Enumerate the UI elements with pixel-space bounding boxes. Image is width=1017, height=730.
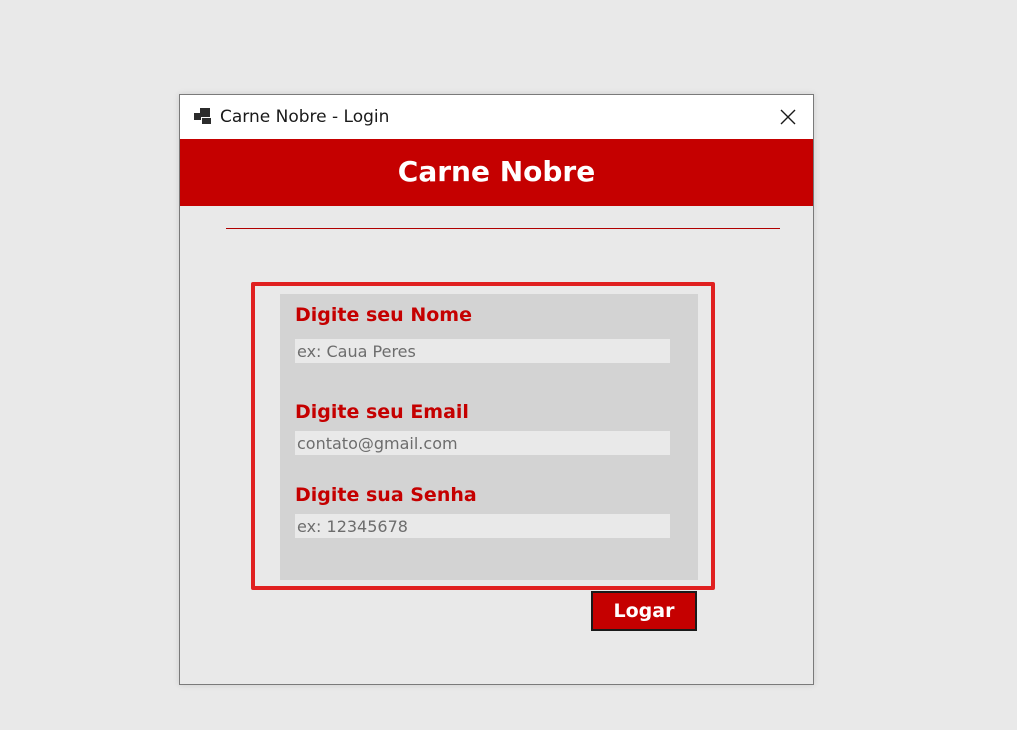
header-title: Carne Nobre <box>397 155 596 188</box>
form-panel: Digite seu Nome Digite seu Email Digite … <box>280 294 698 580</box>
divider <box>226 228 780 229</box>
password-input[interactable] <box>295 514 670 538</box>
close-button[interactable] <box>763 95 813 139</box>
header-banner: Carne Nobre <box>180 139 813 206</box>
name-input[interactable] <box>295 339 670 363</box>
login-button[interactable]: Logar <box>591 591 697 631</box>
app-window-icon <box>194 108 212 124</box>
title-bar[interactable]: Carne Nobre - Login <box>180 95 813 139</box>
close-icon <box>780 109 796 125</box>
name-label: Digite seu Nome <box>295 304 472 326</box>
email-label: Digite seu Email <box>295 401 469 423</box>
window-title: Carne Nobre - Login <box>220 107 390 127</box>
email-input[interactable] <box>295 431 670 455</box>
login-window: Carne Nobre - Login Carne Nobre Digite s… <box>179 94 814 685</box>
password-label: Digite sua Senha <box>295 484 477 506</box>
